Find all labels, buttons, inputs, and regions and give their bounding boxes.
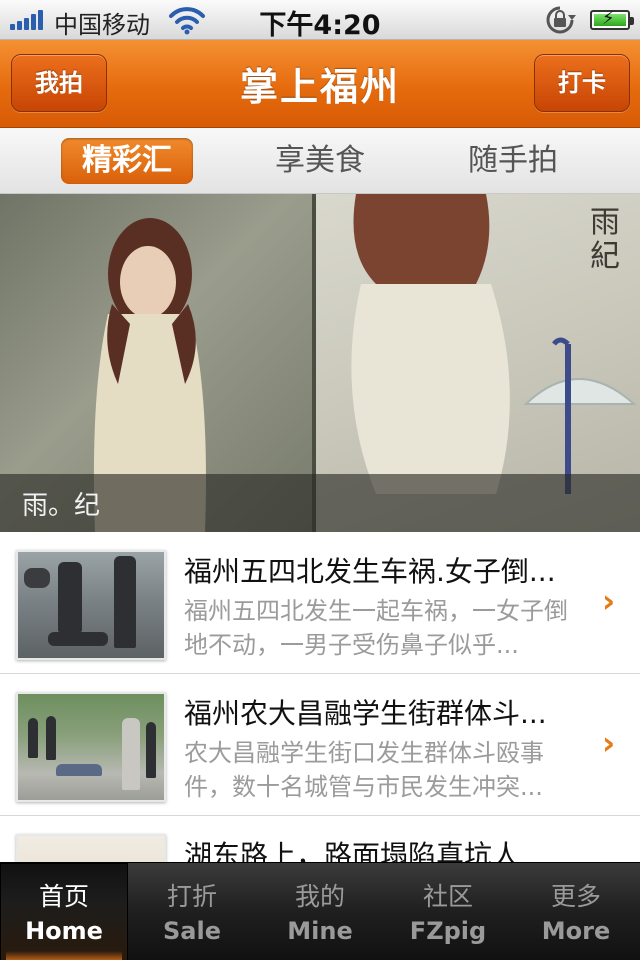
- news-thumbnail: [16, 834, 166, 862]
- tab-label-cn: 社区: [422, 882, 473, 911]
- chevron-right-icon: ›: [602, 582, 616, 620]
- news-thumbnail: [16, 692, 166, 802]
- banner-deco-text: 雨紀: [590, 205, 620, 274]
- list-item[interactable]: 湖东路上，路面塌陷真坑人: [0, 816, 640, 862]
- banner-caption: 雨。纪: [22, 491, 101, 521]
- tab-sale[interactable]: 打折 Sale: [128, 863, 256, 960]
- rotation-lock-icon: [546, 6, 576, 34]
- tab-home[interactable]: 首页 Home: [0, 863, 128, 960]
- tab-label-en: Sale: [163, 917, 221, 945]
- news-description: 福州五四北发生一起车祸，一女子倒地不动，一男子受伤鼻子似乎...: [184, 597, 568, 659]
- tab-label-cn: 更多: [550, 882, 601, 911]
- navigation-bar: 我拍 掌上福州 打卡: [0, 40, 640, 128]
- segment-tabs: 精彩汇 享美食 随手拍: [0, 128, 640, 194]
- list-item[interactable]: 福州五四北发生车祸.女子倒... 福州五四北发生一起车祸，一女子倒地不动，一男子…: [0, 532, 640, 674]
- news-list: 福州五四北发生车祸.女子倒... 福州五四北发生一起车祸，一女子倒地不动，一男子…: [0, 532, 640, 862]
- news-description: 农大昌融学生街口发生群体斗殴事件，数十名城管与市民发生冲突...: [184, 739, 544, 801]
- list-item[interactable]: 福州农大昌融学生街群体斗... 农大昌融学生街口发生群体斗殴事件，数十名城管与市…: [0, 674, 640, 816]
- news-title: 湖东路上，路面塌陷真坑人: [184, 839, 521, 862]
- tab-snapshots[interactable]: 随手拍: [447, 138, 579, 184]
- tab-food[interactable]: 享美食: [254, 138, 386, 184]
- chevron-right-icon: ›: [602, 724, 616, 762]
- checkin-button[interactable]: 打卡: [534, 54, 630, 112]
- tab-highlights[interactable]: 精彩汇: [61, 138, 193, 184]
- tab-label-en: FZpig: [409, 917, 487, 945]
- tab-more[interactable]: 更多 More: [512, 863, 640, 960]
- tab-community[interactable]: 社区 FZpig: [384, 863, 512, 960]
- tab-label-en: More: [541, 917, 611, 945]
- tab-label-cn: 首页: [38, 882, 89, 911]
- news-title: 福州五四北发生车祸.女子倒...: [184, 555, 556, 588]
- banner-caption-bar: 雨。纪: [0, 474, 640, 532]
- tab-label-en: Home: [25, 917, 103, 945]
- tab-label-cn: 打折: [166, 882, 217, 911]
- tab-mine[interactable]: 我的 Mine: [256, 863, 384, 960]
- battery-charging-icon: ⚡: [590, 8, 634, 30]
- featured-banner[interactable]: 雨紀 雨。纪: [0, 194, 640, 532]
- status-bar: 中国移动 下午4:20 ⚡: [0, 0, 640, 41]
- bottom-tab-bar: 首页 Home 打折 Sale 我的 Mine 社区 FZpig 更多 More: [0, 862, 640, 960]
- news-thumbnail: [16, 550, 166, 660]
- tab-label-cn: 我的: [294, 882, 345, 911]
- news-title: 福州农大昌融学生街群体斗...: [184, 697, 547, 730]
- tab-label-en: Mine: [287, 917, 353, 945]
